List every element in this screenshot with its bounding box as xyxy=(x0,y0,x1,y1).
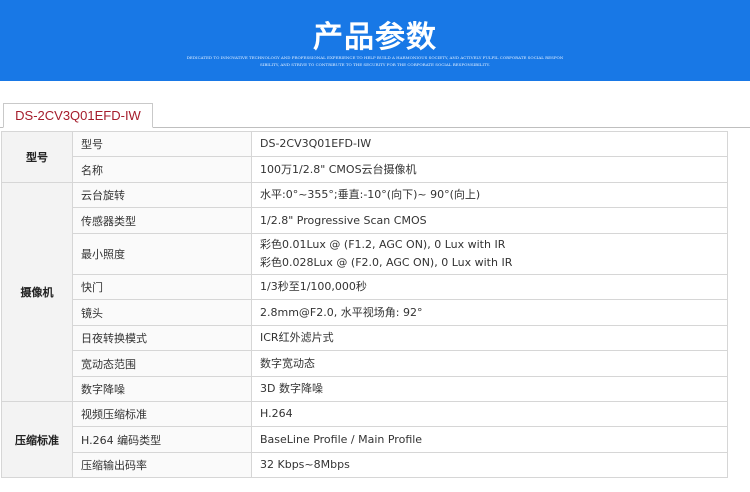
spec-item: 快门 xyxy=(72,274,252,300)
spec-value: 数字宽动态 xyxy=(251,350,728,377)
spec-value: 1/2.8" Progressive Scan CMOS xyxy=(251,207,728,234)
table-row: 传感器类型 1/2.8" Progressive Scan CMOS xyxy=(2,207,728,234)
spec-value: 2.8mm@F2.0, 水平视场角: 92° xyxy=(251,299,728,326)
spec-item: 压缩输出码率 xyxy=(72,452,252,478)
spec-value: 3D 数字降噪 xyxy=(251,376,728,402)
spec-item: 宽动态范围 xyxy=(72,350,252,377)
spec-item: 日夜转换模式 xyxy=(72,325,252,351)
spec-item: 数字降噪 xyxy=(72,376,252,402)
specs-table: 型号 型号 DS-2CV3Q01EFD-IW 名称 100万1/2.8" CMO… xyxy=(1,131,728,478)
table-row: 日夜转换模式 ICR红外滤片式 xyxy=(2,325,728,351)
table-row: 型号 型号 DS-2CV3Q01EFD-IW xyxy=(1,131,728,183)
table-row: 压缩输出码率 32 Kbps~8Mbps xyxy=(2,452,728,478)
header-banner: 产品参数 DEDICATED TO INNOVATIVE TECHNOLOGY … xyxy=(0,0,750,81)
spec-value: 100万1/2.8" CMOS云台摄像机 xyxy=(251,156,728,183)
table-row: 压缩标准 视频压缩标准 H.264 xyxy=(1,401,728,478)
table-row: 宽动态范围 数字宽动态 xyxy=(2,350,728,377)
group-label-compression: 压缩标准 xyxy=(1,401,73,478)
table-row: 摄像机 云台旋转 水平:0°~355°;垂直:-10°(向下)~ 90°(向上) xyxy=(1,182,728,402)
spec-value: ICR红外滤片式 xyxy=(251,325,728,351)
spec-value: BaseLine Profile / Main Profile xyxy=(251,426,728,453)
tab-model[interactable]: DS-2CV3Q01EFD-IW xyxy=(3,103,153,128)
spec-value: DS-2CV3Q01EFD-IW xyxy=(251,131,728,157)
spec-value: 水平:0°~355°;垂直:-10°(向下)~ 90°(向上) xyxy=(251,182,728,208)
table-row: 镜头 2.8mm@F2.0, 水平视场角: 92° xyxy=(2,299,728,326)
banner-subtitle-line2: SIBILITY, AND STRIVE TO CONTRIBUTE TO TH… xyxy=(260,62,490,67)
spec-item: 传感器类型 xyxy=(72,207,252,234)
spec-item: 视频压缩标准 xyxy=(72,401,252,427)
banner-subtitle-line1: DEDICATED TO INNOVATIVE TECHNOLOGY AND P… xyxy=(186,55,564,60)
group-label-camera: 摄像机 xyxy=(1,182,73,402)
table-row: 最小照度 彩色0.01Lux @ (F1.2, AGC ON), 0 Lux w… xyxy=(2,233,728,275)
spec-item: 名称 xyxy=(72,156,252,183)
spec-item: H.264 编码类型 xyxy=(72,426,252,453)
spec-item: 最小照度 xyxy=(72,233,252,275)
table-row: 数字降噪 3D 数字降噪 xyxy=(2,376,728,402)
spec-value: 32 Kbps~8Mbps xyxy=(251,452,728,478)
table-row: H.264 编码类型 BaseLine Profile / Main Profi… xyxy=(2,426,728,453)
spec-item: 型号 xyxy=(72,131,252,157)
spec-value: 彩色0.01Lux @ (F1.2, AGC ON), 0 Lux with I… xyxy=(251,233,728,275)
table-row: 快门 1/3秒至1/100,000秒 xyxy=(2,274,728,300)
table-row: 名称 100万1/2.8" CMOS云台摄像机 xyxy=(2,156,728,183)
page-title: 产品参数 xyxy=(313,20,437,55)
spec-value: 1/3秒至1/100,000秒 xyxy=(251,274,728,300)
group-label-model: 型号 xyxy=(1,131,73,183)
spec-item: 云台旋转 xyxy=(72,182,252,208)
spec-item: 镜头 xyxy=(72,299,252,326)
spec-value: H.264 xyxy=(251,401,728,427)
